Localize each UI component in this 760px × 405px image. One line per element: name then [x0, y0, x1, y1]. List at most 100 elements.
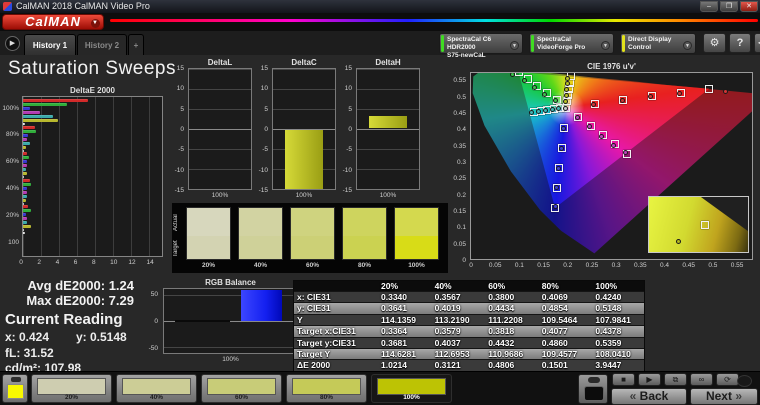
patch-button-100[interactable]: 100% [371, 374, 452, 403]
cie-measurement-dot [723, 88, 729, 94]
delta-gridline [357, 88, 419, 90]
table-row: Target y:CIE31 0.3681 0.4037 0.4432 0.4860 0.… [294, 337, 644, 349]
data-table: 20% 40% 60% 80% 100% x: CIE31 0.3340 0.3567 0.38… [293, 280, 645, 373]
rgb-balance-y-labels: 50 0 -50 [141, 288, 161, 354]
delta-y-tick: -10 [342, 166, 352, 174]
patch-button-80[interactable]: 80% [286, 374, 367, 403]
swatch-cell[interactable] [186, 207, 231, 260]
table-value-cell: 0.3121 [434, 360, 461, 371]
tab-history-2[interactable]: History 2 [77, 34, 127, 55]
delta-gridline [357, 189, 419, 190]
camera-capture-button[interactable] [578, 374, 608, 404]
table-value-cell: 0.4806 [488, 360, 515, 371]
table-value-cell: 0.3340 [381, 292, 407, 302]
swatch-cell[interactable] [290, 207, 335, 260]
maximize-button[interactable]: ❐ [720, 1, 738, 12]
delta-e-bar [23, 133, 29, 137]
cie-measurement-dot [560, 125, 566, 131]
table-value-cell: 0.3818 [488, 326, 515, 337]
reading-fl: fL: 31.52 [5, 346, 54, 360]
table-row-label: y: CIE31 [297, 303, 331, 314]
rgb-y-tick: 50 [150, 291, 158, 299]
delta-e-bar [23, 168, 26, 171]
minimize-button[interactable]: – [700, 1, 718, 12]
patch-button-20[interactable]: 20% [31, 374, 112, 403]
device-meter-label: SpectraCal C6 HDR2000 S75-newCaL [447, 36, 492, 59]
tab-row: ▶ History 1 History 2 + SpectraCal C6 HD… [0, 31, 760, 59]
device-button-display-control[interactable]: Direct Display Control ▼ [620, 33, 696, 54]
patch-color-chip [377, 378, 446, 395]
delta-e-bar [23, 115, 54, 118]
table-value-cell: 113.2190 [434, 314, 470, 325]
swatch-label: 80% [357, 262, 371, 269]
tab-add[interactable]: + [128, 34, 144, 55]
delta-e-bar [23, 209, 32, 212]
delta-panel-plot [272, 68, 336, 190]
stop-button[interactable]: ■ [612, 373, 635, 386]
table-value-cell: 0.3567 [434, 292, 461, 302]
app-icon [3, 2, 12, 11]
rgb-blue-bar [241, 290, 283, 321]
device-status-bar [622, 35, 625, 52]
delta-e-y-tick: 60% [5, 158, 19, 166]
table-value-cell: 0.4434 [488, 303, 515, 314]
collapse-panel-button[interactable]: ◀ [754, 33, 760, 53]
patch-button-60[interactable]: 60% [201, 374, 282, 403]
cie-y-tick: 0.2 [456, 191, 466, 199]
delta-y-tick: -5 [262, 146, 268, 154]
cie-x-tick: 0.4 [659, 262, 670, 269]
cie-x-axis: 0 0.05 0.1 0.15 0.2 0.25 0.3 0.35 0.4 0.45 0.5 0.55 [469, 262, 753, 270]
swatch-cell[interactable] [342, 207, 387, 260]
patch-color-chip [292, 378, 361, 395]
next-button[interactable]: Next » [690, 388, 758, 405]
swatch-target [291, 236, 334, 259]
swatch-cell[interactable] [238, 207, 283, 260]
cie-y-tick: 0.15 [453, 207, 466, 215]
delta-e-bar [23, 186, 27, 190]
continuous-button[interactable]: ∞ [690, 373, 713, 386]
status-indicator-light [737, 375, 752, 387]
patch-test-button[interactable] [2, 374, 28, 403]
cie-x-tick: 0.05 [488, 262, 502, 269]
swatch-actual [343, 208, 386, 237]
table-value-cell: 0.3641 [381, 303, 407, 314]
refresh-button[interactable]: ⟳ [716, 373, 739, 386]
device-button-generator[interactable]: SpectraCal VideoForge Pro ▼ [529, 33, 614, 54]
cie-measurement-dot [611, 142, 617, 148]
delta-panel-plot [188, 68, 252, 190]
delta-y-tick: -10 [174, 166, 184, 174]
delta-gridline [273, 88, 335, 90]
cie-measurement-dot [563, 105, 569, 111]
cie-measurement-dot [599, 133, 605, 139]
calman-logo-button[interactable]: CalMAN ▼ [2, 14, 104, 30]
table-row-label: Target x:CIE31 [297, 326, 356, 337]
delta-e-bar-group [23, 203, 162, 231]
table-row-label: x: CIE31 [297, 292, 331, 302]
delta-y-tick: -10 [258, 166, 268, 174]
chevron-down-icon: ▼ [510, 41, 519, 50]
settings-gear-button[interactable]: ⚙ [703, 33, 726, 53]
device-button-meter[interactable]: SpectraCal C6 HDR2000 S75-newCaL ▼ [439, 33, 523, 59]
delta-e-x-tick: 0 [19, 259, 23, 266]
back-button[interactable]: « Back [611, 388, 687, 405]
play-button[interactable]: ▶ [638, 373, 661, 386]
delta-e-bar [23, 137, 28, 141]
swatch-label: 20% [201, 262, 215, 269]
table-row-label: Target Y [297, 348, 331, 359]
tab-history-1[interactable]: History 1 [24, 34, 76, 55]
delta-e-bar [23, 213, 26, 216]
table-header-cell: 80% [541, 281, 559, 291]
delta-gridline [357, 148, 419, 150]
close-button[interactable]: ✕ [740, 1, 758, 12]
titlebar: CalMAN 2018 CalMAN Video Pro – ❐ ✕ [0, 0, 760, 13]
swatch-target [395, 236, 438, 259]
table-value-cell: 0.4854 [541, 303, 568, 314]
delta-e-y-tick: 20% [5, 211, 19, 219]
delta-y-tick: 0 [348, 126, 352, 133]
table-header-cell: 100% [595, 281, 618, 291]
swatch-cell[interactable] [394, 207, 439, 260]
patch-button-40[interactable]: 40% [116, 374, 197, 403]
help-button[interactable]: ? [729, 33, 751, 53]
step-button[interactable]: ⧉ [664, 373, 687, 386]
session-play-button[interactable]: ▶ [5, 36, 20, 51]
